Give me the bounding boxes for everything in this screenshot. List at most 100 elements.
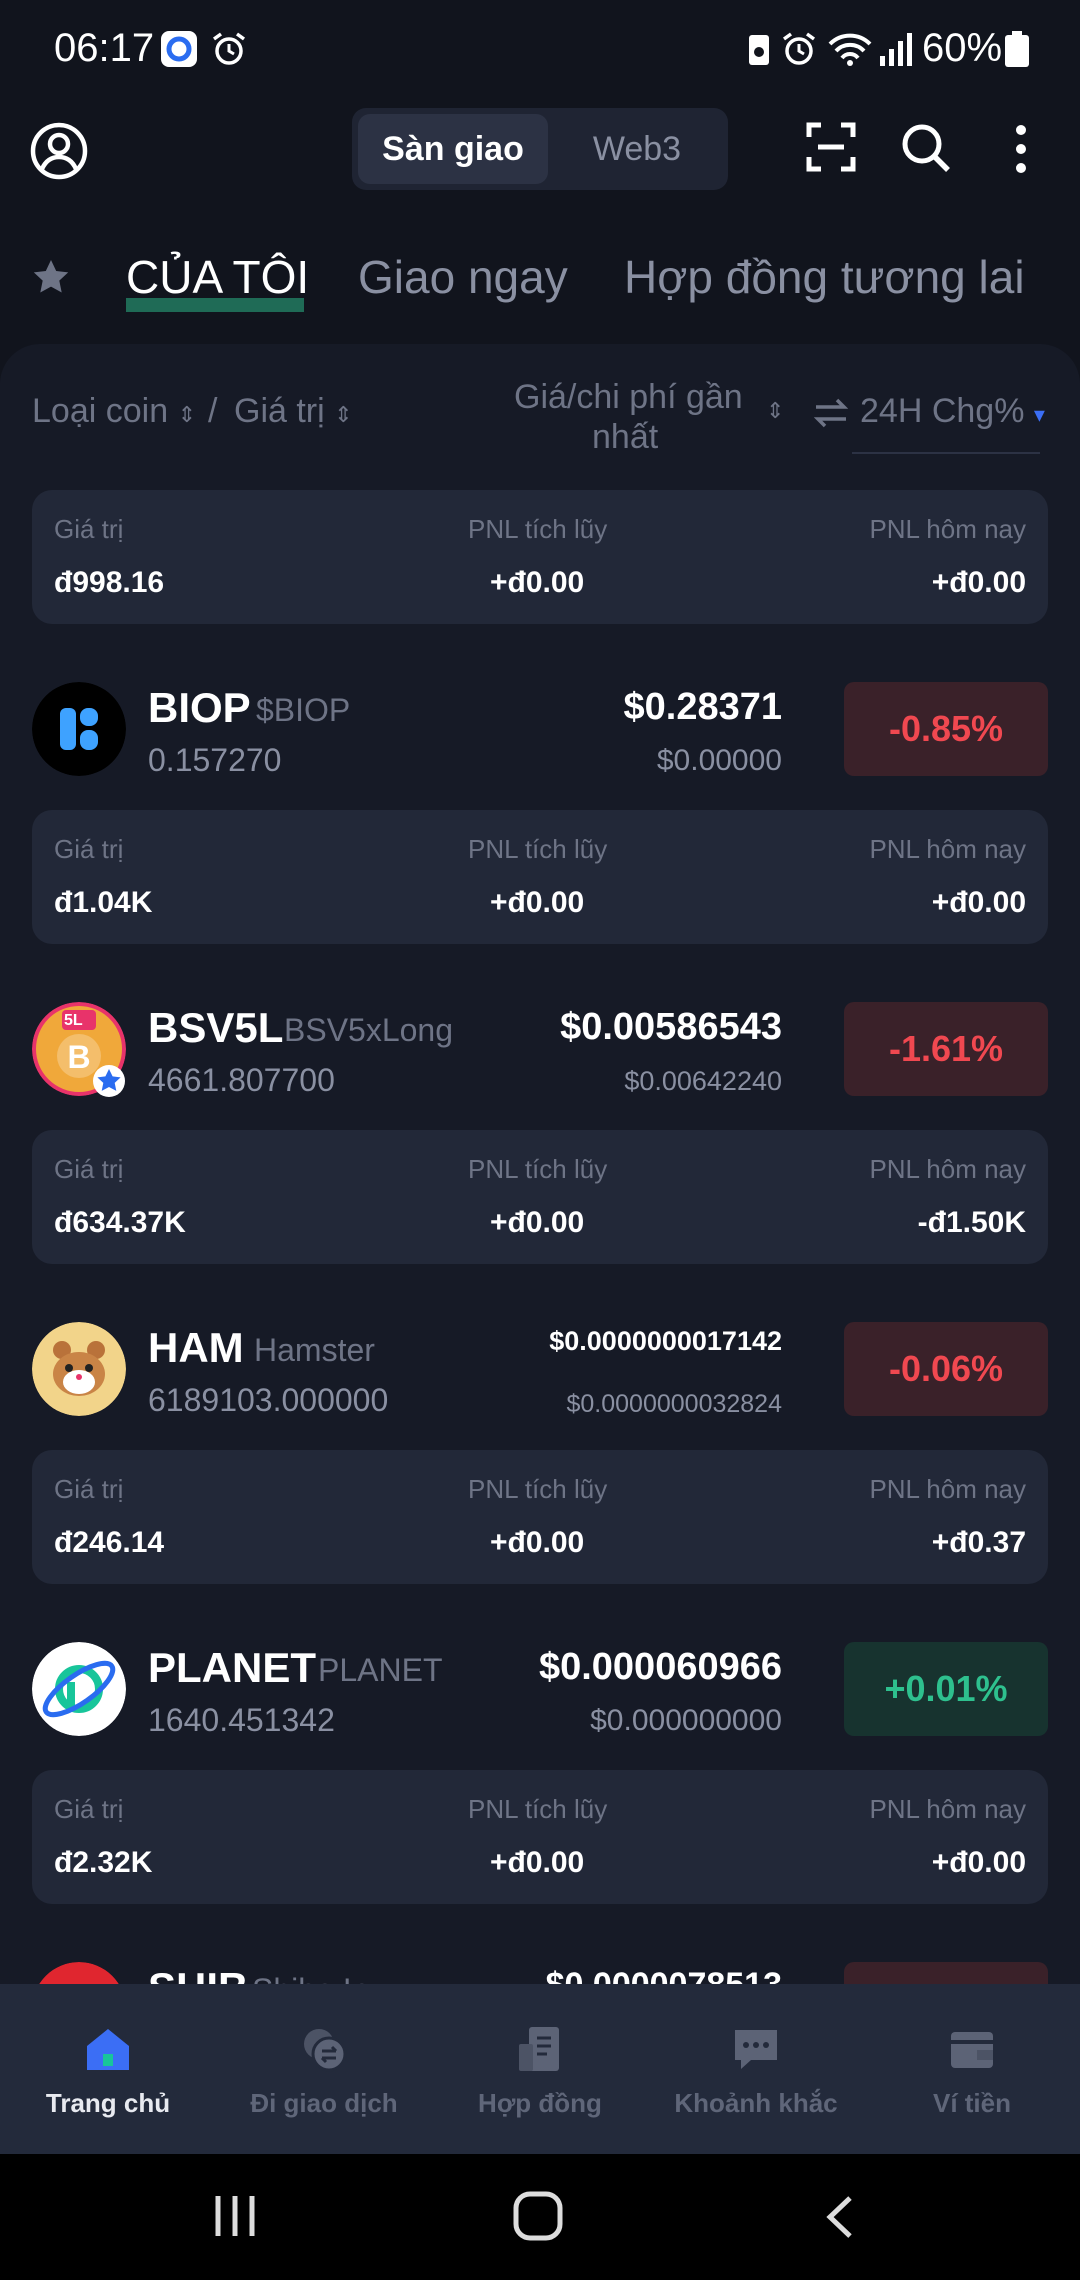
coin-quantity: 1640.451342: [148, 1702, 335, 1738]
nav-label: Trang chủ: [45, 2088, 171, 2118]
coin-symbol: PLANET: [148, 1644, 316, 1691]
holding-value: đ1.04K: [54, 886, 153, 919]
hamster-logo-icon: [32, 1322, 126, 1416]
coin-price: $0.0000078513: [546, 1966, 782, 1984]
segment-web3[interactable]: Web3: [552, 114, 722, 184]
nav-wallet[interactable]: Ví tiền: [864, 1984, 1080, 2154]
moments-icon: [735, 2030, 777, 2069]
holding-pnl-today: +đ0.00: [931, 886, 1026, 919]
wallet-icon: [951, 2032, 993, 2068]
recent-apps-icon[interactable]: [212, 2194, 258, 2238]
tab-my[interactable]: CỦA TÔI: [126, 250, 309, 304]
holding-card-biop: Giá trị PNL tích lũy PNL hôm nay đ1.04K …: [32, 810, 1048, 944]
app-notification-icon: [161, 31, 197, 67]
pnl-total-label: PNL tích lũy: [468, 1154, 608, 1184]
leverage-badge: 5L: [64, 1012, 83, 1029]
bottom-navigation: Trang chủ Đi giao dịch Hợp đồng Khoảnh k…: [0, 1984, 1080, 2154]
holding-pnl-today: -đ1.50K: [917, 1206, 1026, 1239]
pnl-today-label: PNL hôm nay: [869, 1794, 1026, 1824]
holding-value: đ2.32K: [54, 1846, 153, 1879]
nav-trade[interactable]: Đi giao dịch: [216, 1984, 432, 2154]
alarm-icon-2: [782, 32, 816, 65]
holding-card-ham: Giá trị PNL tích lũy PNL hôm nay đ246.14…: [32, 1450, 1048, 1584]
home-icon: [87, 2029, 129, 2070]
system-navigation-bar: [0, 2154, 1080, 2280]
nav-label: Đi giao dịch: [250, 2088, 398, 2118]
coin-row-ham[interactable]: HAM Hamster 6189103.000000 $0.0000000017…: [0, 1300, 1080, 1440]
value-label: Giá trị: [54, 834, 124, 864]
nav-home[interactable]: Trang chủ: [0, 1984, 216, 2154]
coin-symbol: BIOP: [148, 684, 251, 731]
holding-pnl-total: +đ0.00: [490, 886, 585, 919]
nav-label: Hợp đồng: [478, 2088, 602, 2118]
column-change[interactable]: 24H Chg% ▾: [860, 392, 1045, 431]
pnl-today-label: PNL hôm nay: [869, 1474, 1026, 1504]
status-bar: 06:17 60%: [0, 0, 1080, 100]
column-divider: [852, 452, 1040, 454]
column-value[interactable]: Giá trị ⇕: [234, 392, 353, 431]
value-label: Giá trị: [54, 1474, 124, 1504]
coin-row-bsv5l[interactable]: B 5L BSV5L BSV5xLong 4661.807700 $0.0058…: [0, 980, 1080, 1120]
coin-price: $0.000060966: [538, 1646, 782, 1688]
column-price-line1[interactable]: Giá/chi phí gần: [514, 378, 743, 417]
alarm-icon: [212, 32, 246, 65]
coin-price: $0.28371: [623, 686, 783, 728]
column-coin-type[interactable]: Loại coin ⇕: [32, 392, 196, 431]
change-badge[interactable]: -0.06%: [844, 1322, 1048, 1416]
pnl-total-label: PNL tích lũy: [468, 1474, 608, 1504]
pnl-today-label: PNL hôm nay: [869, 1154, 1026, 1184]
coin-price: $0.00586543: [560, 1006, 782, 1048]
nav-moments[interactable]: Khoảnh khắc: [648, 1984, 864, 2154]
nav-contract[interactable]: Hợp đồng: [432, 1984, 648, 2154]
contract-icon: [519, 2027, 559, 2071]
exchange-web3-switch: Sàn giao Web3: [352, 108, 728, 190]
signal-icon: [880, 33, 912, 66]
holding-value: đ634.37K: [54, 1206, 186, 1239]
pnl-total-label: PNL tích lũy: [468, 514, 608, 544]
scan-icon[interactable]: [806, 122, 856, 172]
coin-symbol: HAM: [148, 1324, 244, 1371]
change-badge[interactable]: -1.61%: [844, 1002, 1048, 1096]
coin-price: $0.0000000017142: [549, 1326, 782, 1356]
holding-pnl-today: +đ0.00: [931, 566, 1026, 599]
clock: 06:17: [54, 26, 155, 70]
holding-pnl-total: +đ0.00: [490, 1846, 585, 1879]
tab-futures[interactable]: Hợp đồng tương lai: [624, 250, 1025, 304]
favorite-star-icon: [93, 1065, 125, 1097]
holding-pnl-today: +đ0.37: [931, 1526, 1026, 1559]
more-options-icon[interactable]: [1010, 124, 1032, 174]
pnl-total-label: PNL tích lũy: [468, 1794, 608, 1824]
segment-exchange[interactable]: Sàn giao: [358, 114, 548, 184]
coin-cost: $0.0000000032824: [566, 1390, 782, 1418]
profile-icon[interactable]: [30, 122, 88, 180]
home-button-icon[interactable]: [512, 2190, 564, 2242]
coin-row-biop[interactable]: BIOP $BIOP 0.157270 $0.28371 $0.00000 -0…: [0, 660, 1080, 800]
column-separator: /: [208, 392, 218, 430]
favorites-star-icon[interactable]: [32, 258, 70, 296]
holding-value: đ998.16: [54, 566, 165, 599]
change-badge[interactable]: +0.01%: [844, 1642, 1048, 1736]
coin-row-planet[interactable]: PLANET PLANET 1640.451342 $0.000060966 $…: [0, 1620, 1080, 1760]
nav-label: Ví tiền: [932, 2088, 1011, 2118]
holding-pnl-total: +đ0.00: [490, 1206, 585, 1239]
column-change-label: 24H Chg%: [860, 392, 1025, 430]
tab-spot[interactable]: Giao ngay: [358, 250, 568, 304]
coin-row-shib[interactable]: SHIB Shiba Inu $0.0000078513: [0, 1940, 1080, 1984]
price-sort-icon[interactable]: ⇕: [766, 398, 784, 424]
search-icon[interactable]: [900, 122, 952, 174]
back-icon[interactable]: [822, 2194, 858, 2240]
holding-summary-card: Giá trị PNL tích lũy PNL hôm nay đ998.16…: [32, 490, 1048, 624]
change-badge[interactable]: -0.85%: [844, 682, 1048, 776]
swap-icon[interactable]: [814, 398, 848, 428]
coin-name: PLANET: [318, 1652, 443, 1688]
holding-pnl-total: +đ0.00: [490, 566, 585, 599]
change-badge[interactable]: [844, 1962, 1048, 1984]
holding-card-planet: Giá trị PNL tích lũy PNL hôm nay đ2.32K …: [32, 1770, 1048, 1904]
coin-name: $BIOP: [256, 692, 351, 728]
shib-logo-icon: [39, 1962, 119, 1984]
battery-icon: [1005, 31, 1029, 67]
coin-quantity: 6189103.000000: [148, 1382, 389, 1418]
coin-quantity: 4661.807700: [148, 1062, 335, 1098]
value-label: Giá trị: [54, 514, 124, 544]
svg-text:B: B: [67, 1039, 90, 1075]
